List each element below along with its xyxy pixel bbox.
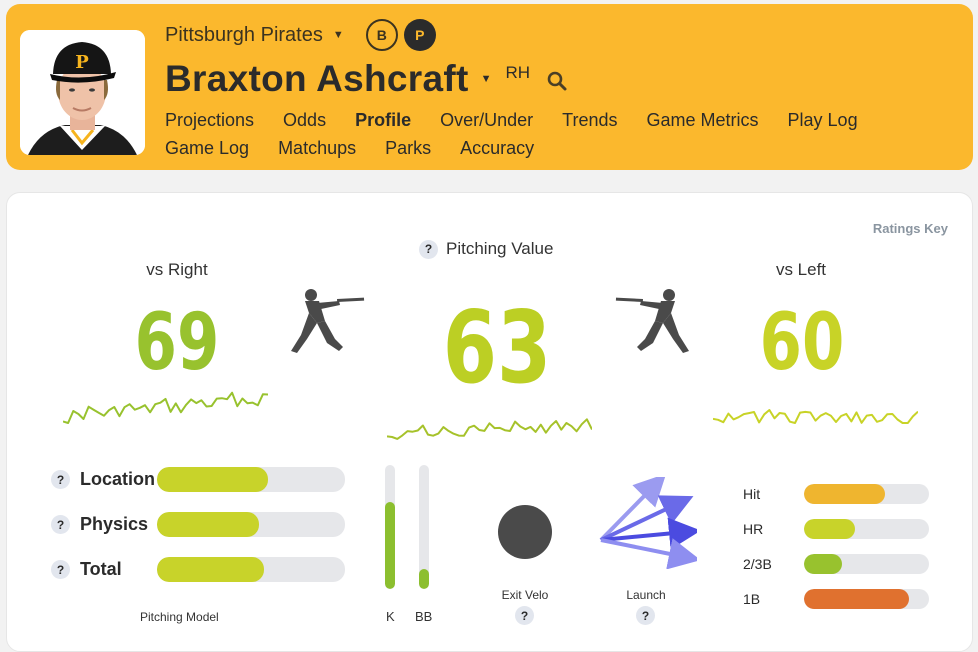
nav-tab-odds[interactable]: Odds [283, 106, 326, 134]
bb-rate-bar [419, 465, 429, 589]
outcome-bar-2-3b [804, 554, 929, 574]
pitching-model-row-physics: ? Physics [51, 512, 345, 537]
bb-rate-fill [419, 569, 429, 589]
outcome-bar-fill-hr [804, 519, 856, 539]
vs-left-trend [713, 409, 918, 424]
nav-tab-game-log[interactable]: Game Log [165, 134, 249, 162]
outcome-bar-hr [804, 519, 929, 539]
throwing-hand: RH [505, 63, 531, 82]
exit-velo-label: Exit Velo [501, 588, 549, 602]
pitching-value-trend [387, 418, 592, 440]
vs-right-trend [63, 391, 268, 424]
total-bar [157, 557, 345, 582]
nav-tab-game-metrics[interactable]: Game Metrics [647, 106, 759, 134]
k-rate-bar [385, 465, 395, 589]
outcome-bar-fill-1b [804, 589, 909, 609]
player-photo: P [20, 30, 145, 155]
outcome-label-hit: Hit [743, 486, 761, 502]
k-label: K [386, 609, 395, 624]
vs-right-value: 69 [134, 298, 220, 388]
k-rate-fill [385, 502, 395, 589]
vs-left-value: 60 [759, 298, 845, 388]
player-name-row: Braxton Ashcraft ▼ RH [165, 58, 568, 100]
svg-text:P: P [75, 52, 89, 73]
physics-bar-fill [157, 512, 259, 537]
outcome-row-1b: 1B [743, 589, 929, 609]
location-label: Location [80, 469, 155, 489]
nav-tab-matchups[interactable]: Matchups [278, 134, 356, 162]
vs-left-label: vs Left [775, 260, 827, 279]
nav-tab-projections[interactable]: Projections [165, 106, 254, 134]
ratings-key-link[interactable]: Ratings Key [873, 221, 948, 236]
nav-tab-over-under[interactable]: Over/Under [440, 106, 533, 134]
pitching-model-label: Pitching Model [140, 610, 219, 624]
location-bar [157, 467, 345, 492]
physics-help-icon[interactable]: ? [51, 515, 70, 534]
outcome-bar-1b [804, 589, 929, 609]
pitcher-toggle-button[interactable]: P [403, 19, 436, 51]
location-help-icon[interactable]: ? [51, 470, 70, 489]
nav-tab-profile[interactable]: Profile [355, 106, 411, 134]
profile-card: Ratings Key vs Right 69 ? Pitching Value… [6, 192, 973, 652]
launch-help-icon[interactable]: ? [636, 606, 655, 625]
team-name[interactable]: Pittsburgh Pirates [165, 24, 323, 47]
total-help-icon[interactable]: ? [51, 560, 70, 579]
pitching-value-header: ? Pitching Value [419, 239, 553, 259]
nav-tab-trends[interactable]: Trends [562, 106, 617, 134]
player-name: Braxton Ashcraft [165, 58, 469, 99]
search-icon[interactable] [546, 70, 568, 92]
batter-toggle-button[interactable]: B [365, 19, 398, 51]
left-handed-batter-icon [615, 289, 689, 353]
right-handed-batter-icon [291, 289, 365, 353]
team-dropdown-icon[interactable]: ▼ [333, 29, 344, 41]
outcome-label-2-3b: 2/3B [743, 556, 772, 572]
location-bar-fill [157, 467, 268, 492]
pitching-value: 63 [442, 289, 552, 406]
outcome-row-hr: HR [743, 519, 929, 539]
physics-label: Physics [80, 514, 149, 534]
physics-bar [157, 512, 345, 537]
outcome-row-2-3b: 2/3B [743, 554, 929, 574]
outcome-label-hr: HR [743, 521, 764, 537]
bb-label: BB [415, 609, 433, 624]
exit-velo-help-icon[interactable]: ? [515, 606, 534, 625]
pitching-model-row-location: ? Location [51, 467, 345, 492]
launch-angle-arrows-icon [599, 477, 697, 569]
outcome-bar-fill-hit [804, 484, 886, 504]
outcome-bar-hit [804, 484, 929, 504]
pitching-value-help-icon[interactable]: ? [419, 239, 438, 259]
outcome-label-1b: 1B [743, 591, 761, 607]
nav-tab-parks[interactable]: Parks [385, 134, 431, 162]
exit-velo-indicator [498, 505, 552, 559]
outcome-bar-fill-2-3b [804, 554, 842, 574]
total-bar-fill [157, 557, 265, 582]
team-row: Pittsburgh Pirates ▼ B P [165, 19, 436, 51]
vs-right-label: vs Right [146, 260, 208, 279]
outcome-row-hit: Hit [743, 484, 929, 504]
profile-nav: Projections Odds Profile Over/Under Trends Ga… [165, 106, 925, 162]
pitching-value-label: Pitching Value [446, 239, 554, 258]
player-dropdown-icon[interactable]: ▼ [481, 73, 492, 85]
player-header: P Pittsburgh Pirates ▼ B P Braxton Ashcr… [6, 4, 973, 170]
nav-tab-accuracy[interactable]: Accuracy [460, 134, 534, 162]
nav-tab-play-log[interactable]: Play Log [788, 106, 858, 134]
launch-label: Launch [626, 588, 666, 602]
total-label: Total [80, 559, 122, 579]
pitching-model-row-total: ? Total [51, 557, 345, 582]
